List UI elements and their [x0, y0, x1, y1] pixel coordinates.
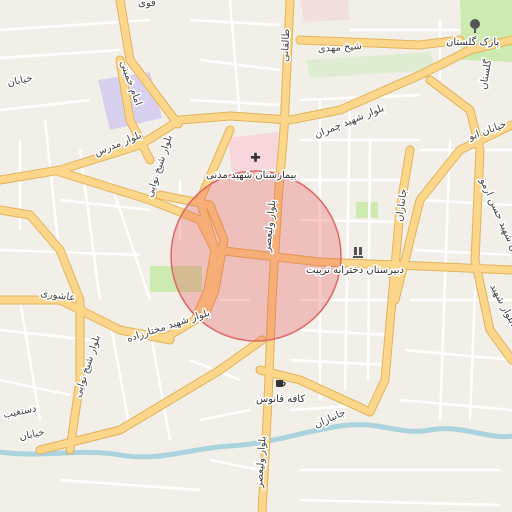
campus-area — [300, 0, 350, 22]
hospital-area — [228, 132, 280, 172]
map-canvas[interactable]: قوی پارک گلستان شیخ مهدی طالقانی امام خم… — [0, 0, 512, 512]
label-school: دبیرستان دخترانه تربیت — [306, 265, 404, 276]
label-cafe: کافه فانوس — [256, 394, 305, 405]
label-park-golestan: پارک گلستان — [446, 36, 499, 48]
label-top-left-fragment: قوی — [138, 0, 156, 9]
label-taleghani: طالقانی — [280, 28, 292, 62]
label-hospital: بیمارستان شهید مدنی — [206, 170, 297, 181]
map-view[interactable]: قوی پارک گلستان شیخ مهدی طالقانی امام خم… — [0, 0, 512, 512]
park-area-small — [356, 202, 378, 218]
